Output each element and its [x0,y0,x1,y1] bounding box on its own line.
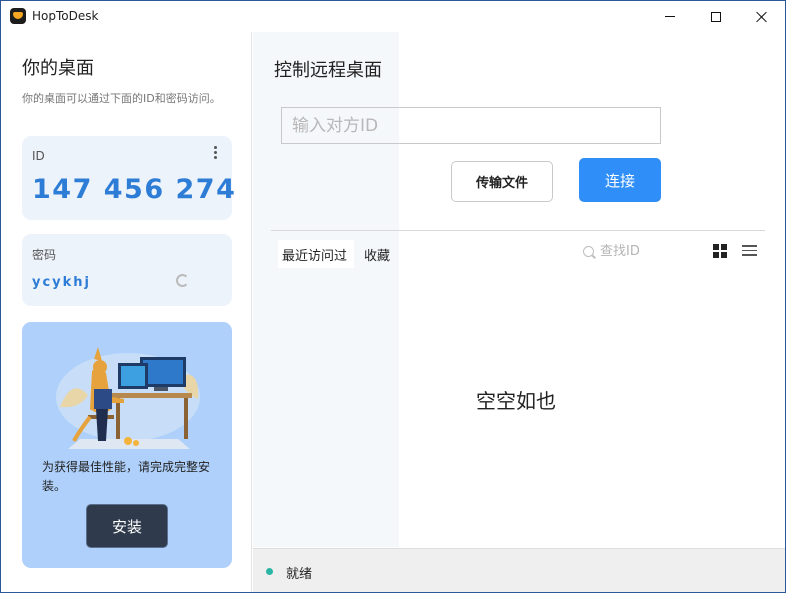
tab-recent-sessions[interactable]: 最近访问过 [278,240,354,268]
remote-control-title: 控制远程桌面 [274,60,382,81]
search-id-input[interactable] [600,243,700,259]
kangaroo-desk-illustration [56,347,200,449]
status-indicator-icon [266,568,273,575]
refresh-password-icon[interactable] [176,274,189,287]
search-icon [583,245,594,257]
connect-button[interactable]: 连接 [579,158,661,202]
status-bar: 就绪 [253,548,785,592]
minimize-button[interactable] [647,1,693,32]
grid-view-icon[interactable] [713,244,727,258]
id-card: ID 147 456 274 [22,136,235,220]
password-value: ycykhj [32,275,92,290]
maximize-button[interactable] [693,1,739,32]
divider [271,230,765,231]
remote-id-input[interactable] [281,107,661,144]
minimize-icon [665,16,675,17]
tab-favorites[interactable]: 收藏 [364,240,390,268]
search-box [583,240,703,262]
password-label: 密码 [32,248,57,262]
status-text: 就绪 [286,567,313,582]
install-button[interactable]: 安装 [86,504,168,548]
install-promo-text: 为获得最佳性能，请完成完整安装。 [42,460,211,493]
more-options-icon[interactable] [212,146,218,162]
your-desktop-description: 你的桌面可以通过下面的ID和密码访问。 [22,92,221,105]
password-card: 密码 ycykhj [22,234,232,306]
id-value: 147 456 274 [32,174,237,205]
your-desktop-title: 你的桌面 [22,58,94,79]
install-promo-card: 为获得最佳性能，请完成完整安装。 安装 [22,322,232,568]
app-window: HopToDesk 你的桌面 你的桌面可以通过下面的ID和密码访问。 ID 14… [0,0,786,593]
your-desktop-panel: 你的桌面 你的桌面可以通过下面的ID和密码访问。 ID 147 456 274 … [1,32,252,592]
empty-state-text: 空空如也 [476,389,556,413]
window-title: HopToDesk [32,9,99,23]
title-bar: HopToDesk [1,1,785,32]
app-logo-icon [10,8,26,24]
id-label: ID [32,149,45,163]
remote-control-panel: 控制远程桌面 传输文件 连接 最近访问过 收藏 空空如也 [253,32,785,547]
close-button[interactable] [739,1,785,32]
file-transfer-button[interactable]: 传输文件 [451,161,553,202]
maximize-icon [711,11,721,22]
list-view-icon[interactable] [742,245,757,257]
close-icon [756,11,768,23]
